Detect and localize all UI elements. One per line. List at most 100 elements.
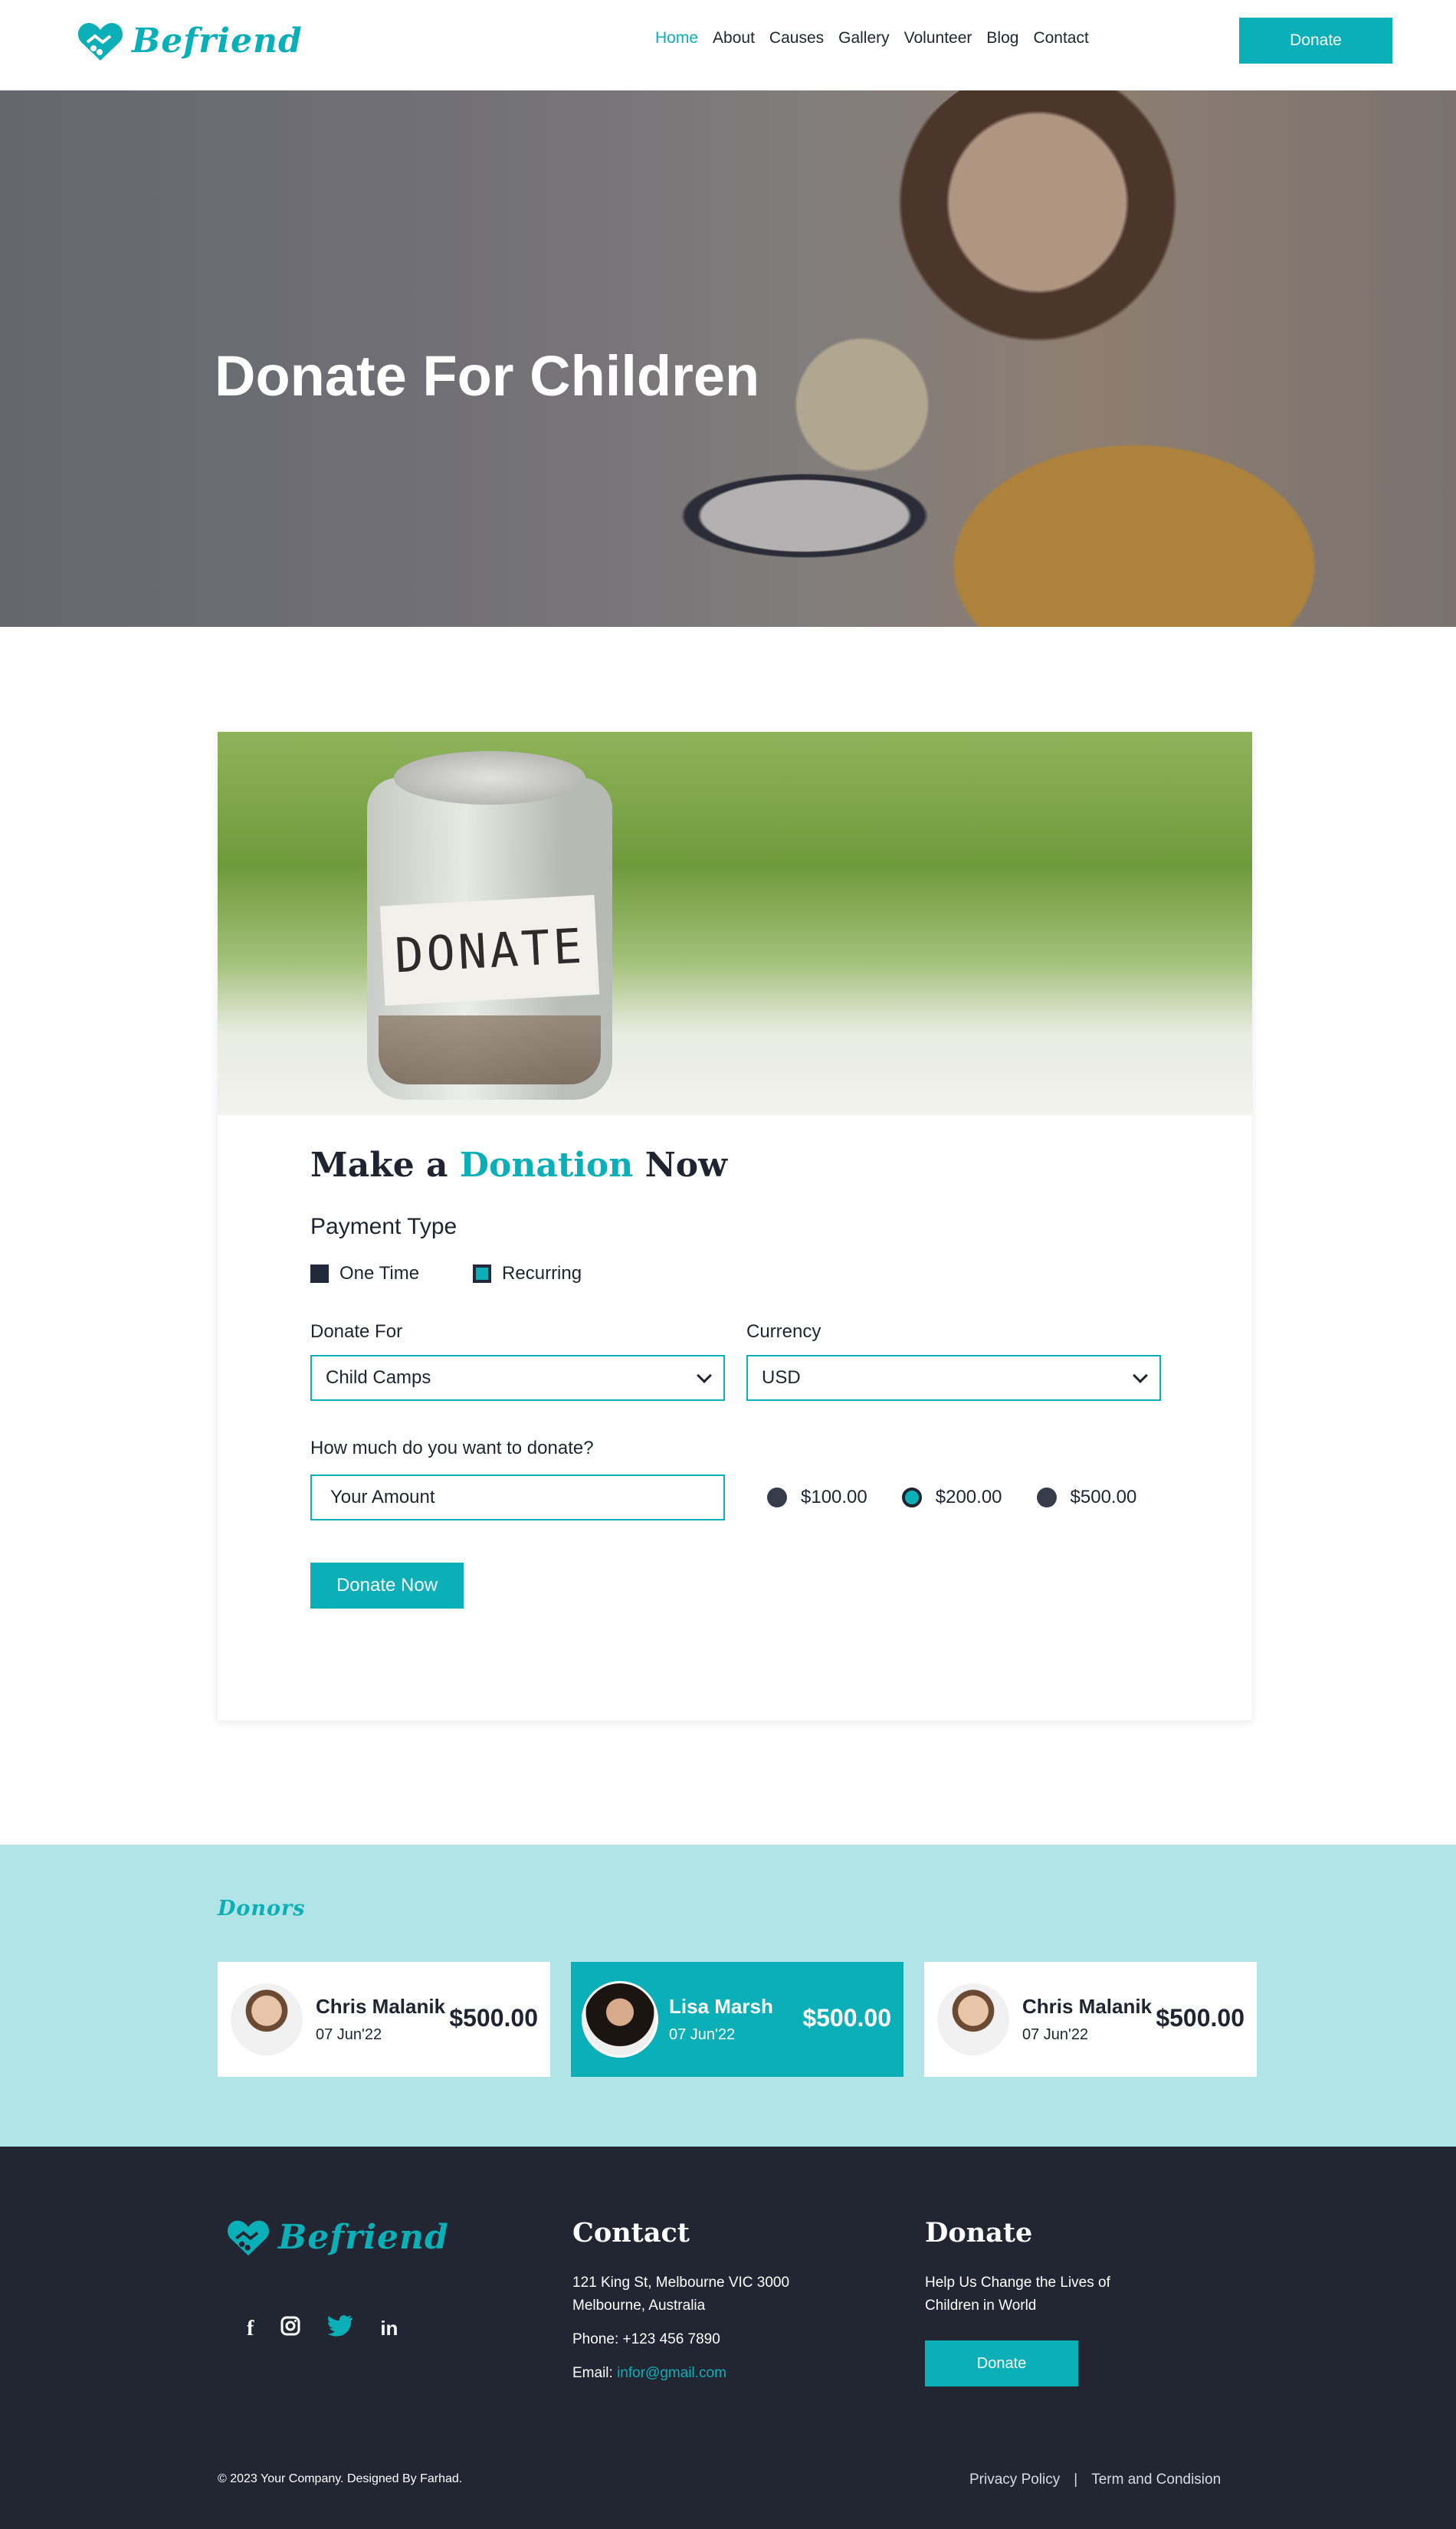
instagram-icon[interactable] xyxy=(280,2316,300,2341)
one-time-checkbox[interactable] xyxy=(310,1264,329,1283)
nav-link-volunteer[interactable]: Volunteer xyxy=(904,29,972,48)
terms-link[interactable]: Term and Condision xyxy=(1091,2472,1221,2488)
donor-card[interactable]: Chris Malanik 07 Jun'22 $500.00 xyxy=(924,1962,1257,2077)
amount-option-200[interactable]: $200.00 xyxy=(901,1487,1002,1508)
recurring-checkbox[interactable] xyxy=(473,1264,492,1283)
donor-name: Lisa Marsh xyxy=(669,1995,773,2018)
jar-label: DONATE xyxy=(379,894,600,1006)
amount-row: $100.00 $200.00 $500.00 xyxy=(310,1474,1161,1520)
currency-value: USD xyxy=(762,1367,801,1388)
top-navbar: Befriend Home About Causes Gallery Volun… xyxy=(0,0,1456,90)
form-title-post: Now xyxy=(644,1146,728,1185)
donor-info: Lisa Marsh 07 Jun'22 xyxy=(669,1995,773,2044)
amount-label: How much do you want to donate? xyxy=(310,1438,594,1458)
donor-info: Chris Malanik 07 Jun'22 xyxy=(316,1995,445,2044)
footer-contact-column: Contact 121 King St, Melbourne VIC 3000 … xyxy=(572,2217,789,2385)
chevron-down-icon xyxy=(697,1368,712,1383)
nav-link-blog[interactable]: Blog xyxy=(986,29,1018,48)
nav-link-contact[interactable]: Contact xyxy=(1033,29,1088,48)
donor-info: Chris Malanik 07 Jun'22 xyxy=(1022,1995,1152,2044)
amount-200-radio[interactable] xyxy=(901,1488,922,1507)
nav-link-gallery[interactable]: Gallery xyxy=(838,29,890,48)
heart-handshake-icon xyxy=(228,2220,269,2256)
social-links: f in xyxy=(247,2315,398,2342)
hero-banner: Donate For Children xyxy=(0,90,1456,627)
privacy-policy-link[interactable]: Privacy Policy xyxy=(969,2472,1060,2488)
linkedin-icon[interactable]: in xyxy=(380,2317,398,2340)
donor-amount: $500.00 xyxy=(802,2004,891,2032)
recurring-label: Recurring xyxy=(502,1263,582,1284)
donation-card: DONATE Make a Donation Now Payment Type … xyxy=(218,732,1252,1720)
amount-input[interactable] xyxy=(310,1474,725,1520)
footer-brand-name: Befriend xyxy=(278,2217,449,2257)
payment-type-options: One Time Recurring xyxy=(310,1263,1161,1284)
amount-option-500[interactable]: $500.00 xyxy=(1036,1487,1137,1508)
footer: Befriend f in Contact 121 King St, Melbo… xyxy=(0,2147,1456,2529)
email-label: Email: xyxy=(572,2365,613,2381)
avatar xyxy=(935,1981,1012,2058)
footer-logo[interactable]: Befriend xyxy=(226,2217,449,2257)
donation-form: Make a Donation Now Payment Type One Tim… xyxy=(310,1146,1161,1609)
avatar xyxy=(228,1981,305,2058)
payment-option-recurring[interactable]: Recurring xyxy=(473,1263,582,1284)
donor-card[interactable]: Lisa Marsh 07 Jun'22 $500.00 xyxy=(571,1962,903,2077)
donate-for-label: Donate For xyxy=(310,1321,403,1342)
footer-contact-heading: Contact xyxy=(572,2217,690,2249)
donors-section: Donors Chris Malanik 07 Jun'22 $500.00 L… xyxy=(0,1845,1456,2147)
nav-link-causes[interactable]: Causes xyxy=(769,29,824,48)
amount-option-100[interactable]: $100.00 xyxy=(767,1487,867,1508)
currency-select[interactable]: USD xyxy=(746,1355,1161,1401)
donor-card[interactable]: Chris Malanik 07 Jun'22 $500.00 xyxy=(218,1962,550,2077)
copyright-text: © 2023 Your Company. Designed By Farhad. xyxy=(218,2472,463,2485)
jar-label-text: DONATE xyxy=(393,917,586,983)
donor-date: 07 Jun'22 xyxy=(316,2026,382,2043)
payment-type-label: Payment Type xyxy=(310,1214,457,1239)
donate-text-line1: Help Us Change the Lives of xyxy=(925,2275,1110,2291)
footer-address: 121 King St, Melbourne VIC 3000 Melbourn… xyxy=(572,2272,789,2317)
nav-link-about[interactable]: About xyxy=(713,29,755,48)
brand-logo[interactable]: Befriend xyxy=(77,17,303,64)
one-time-label: One Time xyxy=(339,1263,420,1284)
donors-title: Donors xyxy=(218,1897,306,1921)
donor-date: 07 Jun'22 xyxy=(669,2026,736,2043)
payment-option-one-time[interactable]: One Time xyxy=(310,1263,419,1284)
form-title-pre: Make a xyxy=(310,1146,448,1185)
twitter-icon[interactable] xyxy=(327,2315,353,2342)
footer-donate-column: Donate Help Us Change the Lives of Child… xyxy=(925,2217,1110,2386)
footer-link-separator: | xyxy=(1074,2472,1078,2488)
donate-for-field: Donate For Child Camps xyxy=(310,1321,725,1401)
currency-field: Currency USD xyxy=(746,1321,1161,1401)
donor-date: 07 Jun'22 xyxy=(1022,2026,1089,2043)
hero-title: Donate For Children xyxy=(215,343,759,408)
donor-amount: $500.00 xyxy=(449,2004,538,2032)
footer-donate-button[interactable]: Donate xyxy=(925,2340,1078,2386)
jar-coins-top xyxy=(394,751,585,805)
address-line2: Melbourne, Australia xyxy=(572,2298,706,2314)
donate-for-select[interactable]: Child Camps xyxy=(310,1355,725,1401)
amount-100-radio[interactable] xyxy=(767,1488,787,1507)
amount-500-label: $500.00 xyxy=(1070,1487,1137,1507)
nav-donate-button[interactable]: Donate xyxy=(1239,18,1392,64)
nav-link-home[interactable]: Home xyxy=(655,29,698,48)
footer-legal-links: Privacy Policy | Term and Condision xyxy=(969,2472,1221,2488)
donate-for-value: Child Camps xyxy=(326,1367,431,1388)
amount-500-radio[interactable] xyxy=(1036,1488,1057,1507)
footer-phone: Phone: +123 456 7890 xyxy=(572,2331,720,2347)
amount-100-label: $100.00 xyxy=(801,1487,867,1507)
facebook-icon[interactable]: f xyxy=(247,2317,254,2341)
footer-email-row: Email: infor@gmail.com xyxy=(572,2362,789,2385)
donation-jar-image: DONATE xyxy=(218,732,1252,1115)
donate-text-line2: Children in World xyxy=(925,2298,1037,2314)
donation-form-title: Make a Donation Now xyxy=(310,1146,1161,1185)
chevron-down-icon xyxy=(1133,1368,1148,1383)
avatar xyxy=(582,1981,658,2058)
nav-links: Home About Causes Gallery Volunteer Blog… xyxy=(655,29,1089,48)
donate-now-button[interactable]: Donate Now xyxy=(310,1563,464,1609)
footer-email-link[interactable]: infor@gmail.com xyxy=(617,2365,726,2381)
hero-title-bold: Donate xyxy=(215,344,407,408)
amount-presets: $100.00 $200.00 $500.00 xyxy=(767,1487,1136,1508)
footer-donate-heading: Donate xyxy=(925,2217,1033,2249)
jar-coins-bottom xyxy=(379,1015,601,1084)
currency-label: Currency xyxy=(746,1321,821,1342)
amount-200-label: $200.00 xyxy=(935,1487,1002,1507)
